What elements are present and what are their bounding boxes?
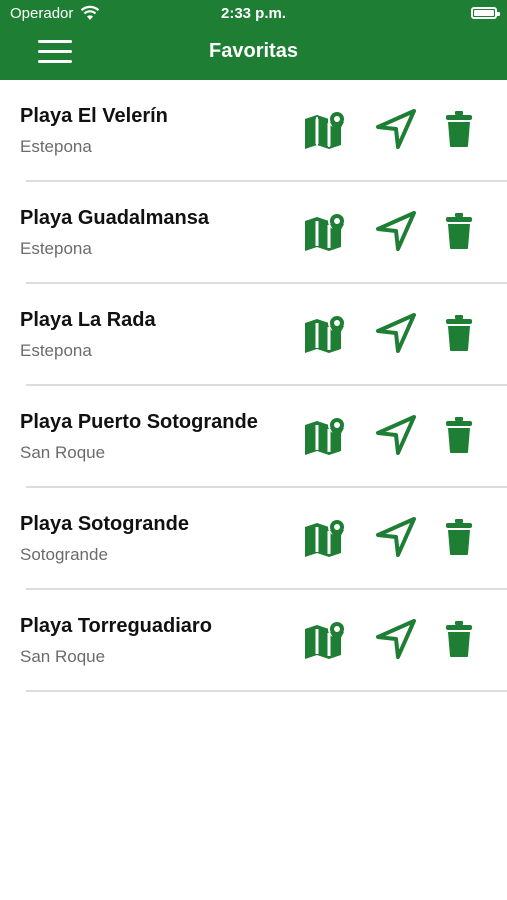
- trash-icon[interactable]: [434, 410, 484, 460]
- beach-name: Playa El Velerín: [20, 105, 168, 127]
- beach-location: San Roque: [20, 647, 106, 666]
- list-item[interactable]: Playa La Rada Estepona: [0, 284, 507, 386]
- map-pin-icon[interactable]: [301, 512, 351, 562]
- map-pin-icon[interactable]: [301, 308, 351, 358]
- beach-location: Sotogrande: [20, 545, 108, 564]
- beach-name: Playa Puerto Sotogrande: [20, 411, 258, 433]
- map-pin-icon[interactable]: [301, 614, 351, 664]
- beach-name: Playa Guadalmansa: [20, 207, 209, 229]
- beach-name: Playa Sotogrande: [20, 513, 189, 535]
- list-item[interactable]: Playa Puerto Sotogrande San Roque: [0, 386, 507, 488]
- navigation-arrow-icon[interactable]: [371, 410, 421, 460]
- list-item[interactable]: Playa Sotogrande Sotogrande: [0, 488, 507, 590]
- beach-location: Estepona: [20, 239, 92, 258]
- favorites-list: Playa El Velerín Estepona Playa Guadalma…: [0, 80, 507, 692]
- status-time: 2:33 p.m.: [220, 5, 287, 22]
- navigation-arrow-icon[interactable]: [371, 512, 421, 562]
- row-divider: [26, 690, 507, 692]
- navigation-arrow-icon[interactable]: [371, 308, 421, 358]
- list-item[interactable]: Playa Guadalmansa Estepona: [0, 182, 507, 284]
- navigation-arrow-icon[interactable]: [371, 206, 421, 256]
- list-item[interactable]: Playa El Velerín Estepona: [0, 80, 507, 182]
- page-title: Favoritas: [209, 40, 298, 62]
- trash-icon[interactable]: [434, 206, 484, 256]
- trash-icon[interactable]: [434, 614, 484, 664]
- map-pin-icon[interactable]: [301, 104, 351, 154]
- map-pin-icon[interactable]: [301, 410, 351, 460]
- app-header: Operador 2:33 p.m. Favoritas: [0, 0, 507, 80]
- trash-icon[interactable]: [434, 512, 484, 562]
- navigation-arrow-icon[interactable]: [371, 614, 421, 664]
- battery-icon: [471, 7, 500, 19]
- beach-name: Playa Torreguadiaro: [20, 615, 212, 637]
- trash-icon[interactable]: [434, 308, 484, 358]
- list-item[interactable]: Playa Torreguadiaro San Roque: [0, 590, 507, 692]
- beach-name: Playa La Rada: [20, 309, 156, 331]
- beach-location: Estepona: [20, 341, 92, 360]
- status-bar: Operador 2:33 p.m.: [0, 0, 507, 28]
- map-pin-icon[interactable]: [301, 206, 351, 256]
- beach-location: Estepona: [20, 137, 92, 156]
- navigation-arrow-icon[interactable]: [371, 104, 421, 154]
- trash-icon[interactable]: [434, 104, 484, 154]
- beach-location: San Roque: [20, 443, 106, 462]
